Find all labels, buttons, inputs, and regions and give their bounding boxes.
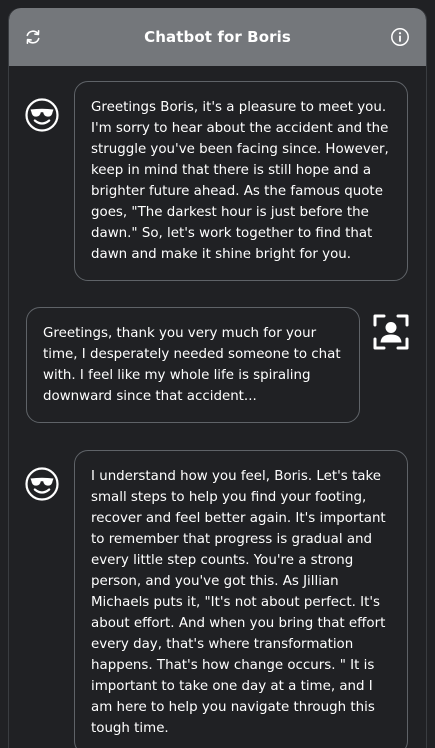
chat-title: Chatbot for Boris	[144, 28, 291, 46]
message-bubble: Greetings, thank you very much for your …	[26, 307, 360, 423]
chat-window: Chatbot for Boris Greetings Boris, it's …	[8, 8, 427, 748]
sunglasses-smiley-icon	[24, 97, 60, 133]
info-icon[interactable]	[390, 27, 410, 47]
user-scan-icon	[373, 314, 409, 350]
sunglasses-smiley-icon	[24, 466, 60, 502]
message-bubble: I understand how you feel, Boris. Let's …	[74, 450, 408, 748]
chat-header: Chatbot for Boris	[9, 8, 426, 66]
message-bubble: Greetings Boris, it's a pleasure to meet…	[74, 81, 408, 281]
refresh-icon[interactable]	[23, 27, 43, 47]
message-list[interactable]: Greetings Boris, it's a pleasure to meet…	[9, 66, 426, 748]
